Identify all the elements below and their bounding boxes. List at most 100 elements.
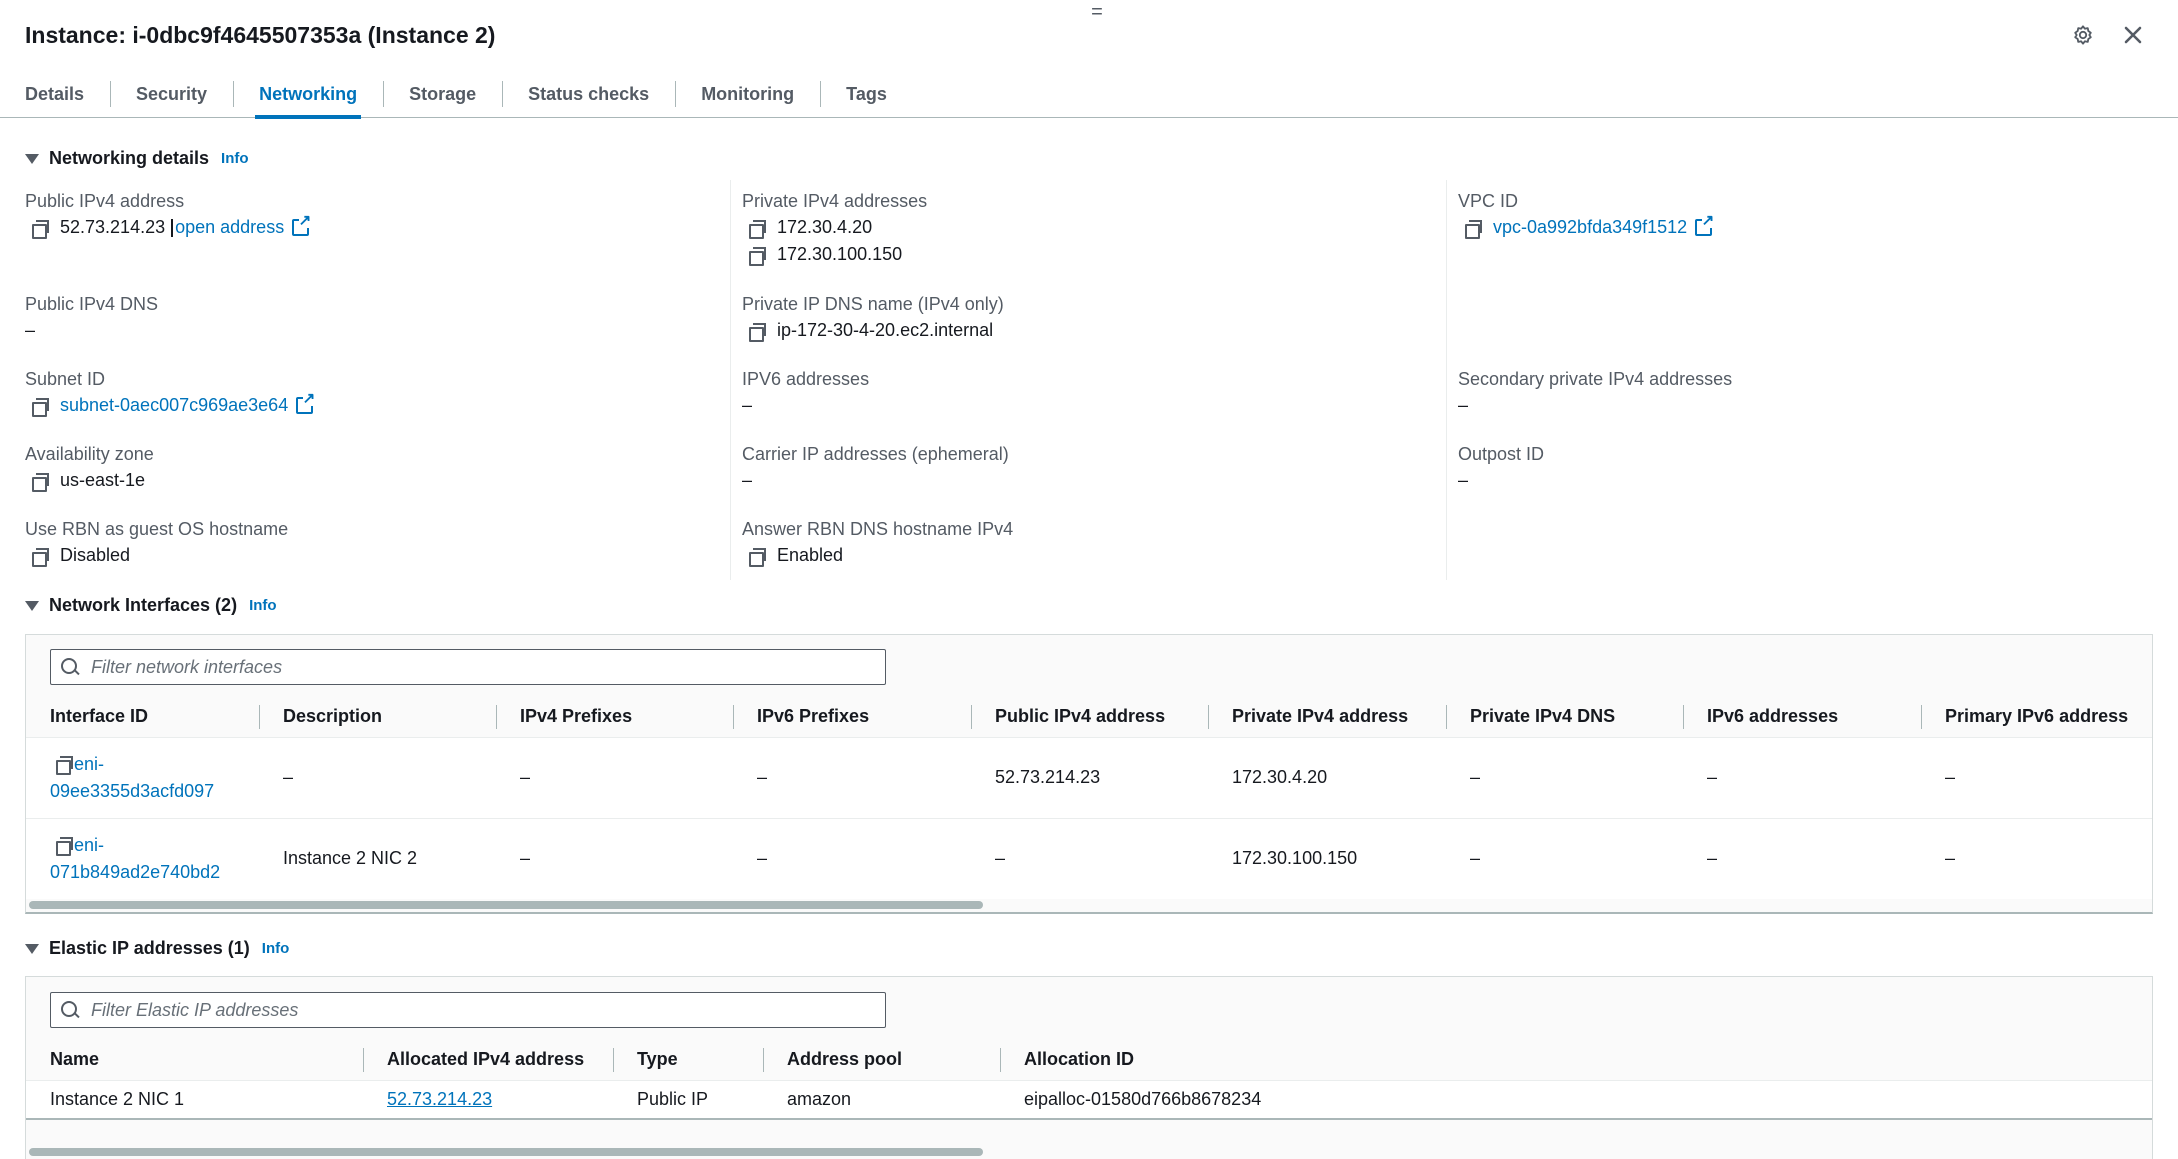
ipv6-field: IPV6 addresses –	[742, 366, 869, 419]
horizontal-scrollbar[interactable]	[29, 901, 983, 909]
interface-id-suffix[interactable]: 09ee3355d3acfd097	[50, 778, 259, 805]
close-icon[interactable]	[2118, 20, 2148, 50]
column-header[interactable]: Primary IPv6 address	[1921, 697, 2152, 737]
network-interfaces-table-panel: Interface ID Description IPv4 Prefixes I…	[25, 634, 2153, 914]
settings-gear-icon[interactable]	[2068, 20, 2098, 50]
cell-private-ipv4: 172.30.100.150	[1208, 817, 1446, 899]
details-column-1: Public IPv4 address 52.73.214.23 open ad…	[25, 180, 730, 580]
field-value: –	[1458, 395, 1469, 415]
column-header[interactable]: Private IPv4 DNS	[1446, 697, 1683, 737]
column-header[interactable]: Allocation ID	[1000, 1040, 2152, 1080]
networking-details-toggle[interactable]: Networking details Info	[25, 148, 249, 169]
elastic-ips-table-panel: Name Allocated IPv4 address Type Address…	[25, 976, 2153, 1159]
field-value: –	[742, 470, 753, 490]
details-column-3: VPC ID vpc-0a992bfda349f1512 Secondary p…	[1446, 180, 2146, 580]
cell-private-dns: –	[1446, 736, 1683, 818]
column-header[interactable]: Type	[613, 1040, 763, 1080]
page-title: Instance: i-0dbc9f4645507353a (Instance …	[25, 21, 496, 48]
column-header[interactable]: Name	[26, 1040, 363, 1080]
tab-bar: Details Security Networking Storage Stat…	[0, 70, 2178, 119]
interface-id-prefix[interactable]: eni-	[74, 751, 104, 778]
interface-id-suffix[interactable]: 071b849ad2e740bd2	[50, 859, 259, 886]
network-interfaces-toggle[interactable]: Network Interfaces (2) Info	[25, 595, 277, 616]
field-label: Public IPv4 DNS	[25, 294, 159, 314]
filter-elastic-ips[interactable]	[50, 992, 886, 1028]
cell-ipv4-prefixes: –	[496, 736, 733, 818]
outpost-id-field: Outpost ID –	[1458, 441, 1544, 494]
tab-networking[interactable]: Networking	[233, 70, 383, 119]
carrier-ip-field: Carrier IP addresses (ephemeral) –	[742, 441, 1009, 494]
public-dns-field: Public IPv4 DNS –	[25, 291, 158, 344]
interface-id-link[interactable]: eni- 09ee3355d3acfd097	[50, 751, 259, 805]
copy-icon[interactable]	[32, 397, 49, 417]
external-link-icon[interactable]	[296, 391, 316, 414]
section-title: Networking details	[49, 148, 210, 168]
field-label: Use RBN as guest OS hostname	[25, 519, 289, 539]
interface-id-link[interactable]: eni- 071b849ad2e740bd2	[50, 832, 259, 886]
tab-security[interactable]: Security	[110, 70, 233, 118]
copy-icon[interactable]	[56, 756, 73, 775]
interface-id-prefix[interactable]: eni-	[74, 832, 104, 859]
column-header[interactable]: Description	[259, 697, 496, 737]
field-value: 52.73.214.23	[60, 217, 166, 237]
column-header[interactable]: Interface ID	[26, 697, 259, 737]
cell-primary-ipv6: –	[1921, 736, 2152, 818]
copy-icon[interactable]	[32, 219, 49, 239]
copy-icon[interactable]	[1465, 219, 1482, 239]
copy-icon[interactable]	[32, 547, 49, 567]
network-interfaces-table: Interface ID Description IPv4 Prefixes I…	[26, 697, 2152, 899]
copy-icon[interactable]	[749, 322, 766, 342]
panel-resize-handle[interactable]: =	[1089, 2, 1105, 22]
availability-zone-field: Availability zone us-east-1e	[25, 441, 154, 494]
info-link[interactable]: Info	[249, 597, 277, 614]
info-link[interactable]: Info	[262, 940, 290, 957]
column-header[interactable]: Address pool	[763, 1040, 1000, 1080]
open-address-link[interactable]: open address	[175, 214, 284, 241]
column-header[interactable]: IPv6 addresses	[1683, 697, 1921, 737]
external-link-icon[interactable]	[292, 213, 312, 236]
cell-public-ipv4: 52.73.214.23	[971, 736, 1208, 818]
cell-pool: amazon	[763, 1079, 1000, 1119]
copy-icon[interactable]	[749, 246, 766, 266]
external-link-icon[interactable]	[1695, 213, 1715, 236]
elastic-ips-table: Name Allocated IPv4 address Type Address…	[26, 1040, 2152, 1120]
cell-description: Instance 2 NIC 2	[259, 817, 496, 899]
tab-status-checks[interactable]: Status checks	[502, 70, 675, 118]
cell-ipv6: –	[1683, 817, 1921, 899]
field-value: –	[25, 320, 36, 340]
allocated-ip-link[interactable]: 52.73.214.23	[387, 1089, 492, 1109]
tab-tags[interactable]: Tags	[820, 70, 913, 118]
copy-icon[interactable]	[749, 219, 766, 239]
table-row[interactable]: eni- 071b849ad2e740bd2 Instance 2 NIC 2 …	[26, 817, 2152, 899]
field-value: Disabled	[60, 545, 131, 565]
copy-icon[interactable]	[32, 472, 49, 492]
column-header[interactable]: Private IPv4 address	[1208, 697, 1446, 737]
instance-header: Instance: i-0dbc9f4645507353a (Instance …	[25, 18, 495, 52]
section-title: Elastic IP addresses (1)	[49, 938, 250, 958]
vpc-id-field: VPC ID vpc-0a992bfda349f1512	[1458, 188, 1715, 241]
private-dns-field: Private IP DNS name (IPv4 only) ip-172-3…	[742, 291, 1004, 344]
filter-network-interfaces[interactable]	[50, 649, 886, 685]
column-header[interactable]: Allocated IPv4 address	[363, 1040, 613, 1080]
filter-input[interactable]	[91, 656, 871, 678]
cell-public-ipv4: –	[971, 817, 1208, 899]
tab-details[interactable]: Details	[25, 70, 110, 118]
table-row[interactable]: eni- 09ee3355d3acfd097 – – – 52.73.214.2…	[26, 736, 2152, 818]
column-header[interactable]: Public IPv4 address	[971, 697, 1208, 737]
copy-icon[interactable]	[56, 837, 73, 857]
column-header[interactable]: IPv4 Prefixes	[496, 697, 733, 737]
vpc-link[interactable]: vpc-0a992bfda349f1512	[1493, 214, 1687, 241]
info-link[interactable]: Info	[221, 150, 249, 167]
table-row[interactable]: Instance 2 NIC 1 52.73.214.23 Public IP …	[26, 1079, 2152, 1119]
column-header[interactable]: IPv6 Prefixes	[733, 697, 971, 737]
subnet-link[interactable]: subnet-0aec007c969ae3e64	[60, 392, 288, 419]
elastic-ips-toggle[interactable]: Elastic IP addresses (1) Info	[25, 938, 289, 959]
cell-ipv6-prefixes: –	[733, 736, 971, 818]
filter-input[interactable]	[91, 999, 871, 1021]
caret-down-icon	[25, 153, 39, 164]
tab-monitoring[interactable]: Monitoring	[675, 70, 820, 118]
tab-storage[interactable]: Storage	[383, 70, 502, 118]
search-icon	[61, 658, 79, 676]
copy-icon[interactable]	[749, 547, 766, 567]
horizontal-scrollbar[interactable]	[29, 1148, 983, 1156]
